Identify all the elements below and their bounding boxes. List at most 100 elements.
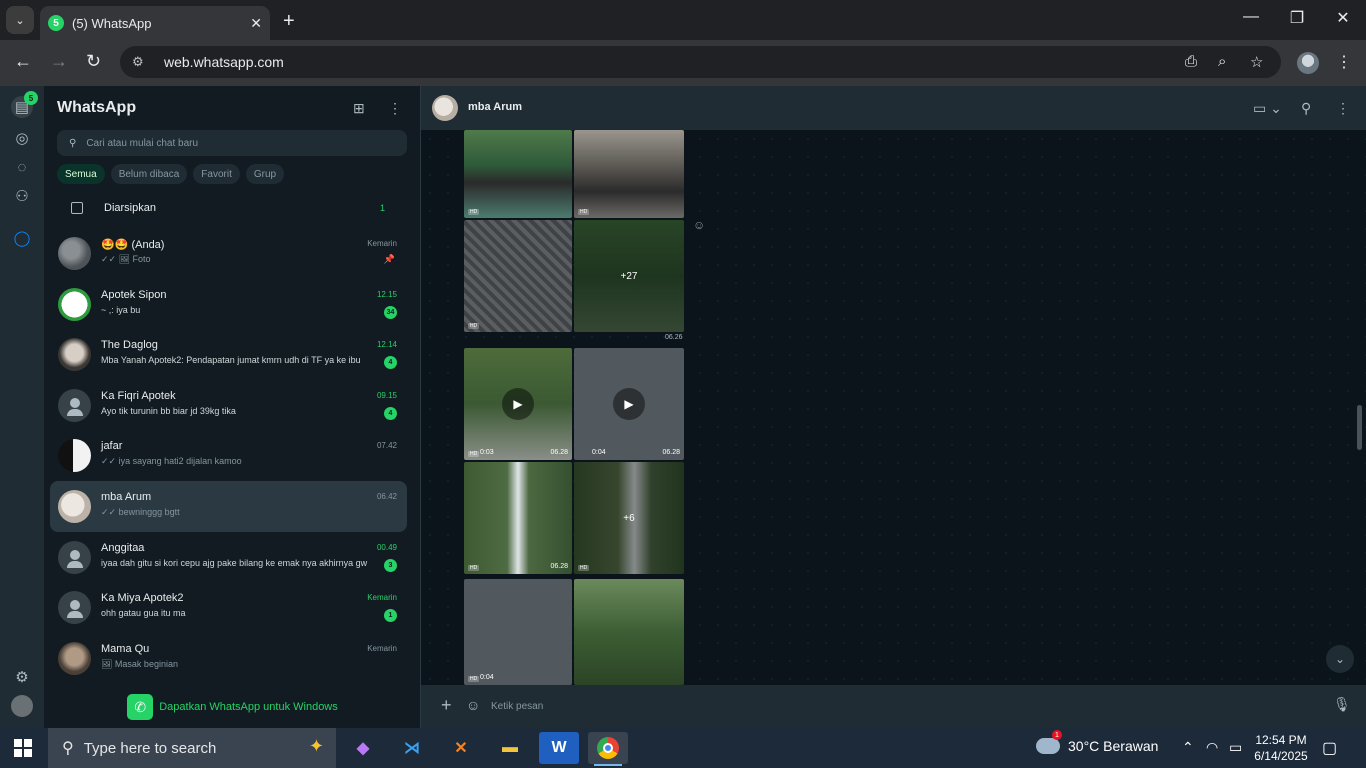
video-duration: 0:03 <box>480 449 494 456</box>
conversation-header[interactable]: mba Arum ▭ ⌄ ⚲ ⋮ <box>421 86 1366 130</box>
album-photo-more[interactable]: +27 <box>574 220 684 332</box>
meta-ai-icon[interactable]: ◯ <box>11 227 33 249</box>
filter-favorites[interactable]: Favorit <box>193 164 240 184</box>
album-photo[interactable]: HD 06.28 <box>464 462 572 574</box>
chrome-menu-icon[interactable]: ⋮ <box>1336 52 1352 72</box>
chat-time: 06.42 <box>376 491 397 501</box>
play-icon[interactable]: ▶ <box>613 388 645 420</box>
album-photo[interactable]: HD <box>574 130 684 218</box>
install-app-icon[interactable]: ⎙ <box>1185 53 1197 70</box>
zoom-icon[interactable]: ⌕ <box>1218 53 1226 70</box>
bookmark-star-icon[interactable]: ☆ <box>1250 53 1263 71</box>
new-chat-icon[interactable]: ⊞ <box>353 100 365 117</box>
archived-row[interactable]: Diarsipkan 1 <box>44 194 414 224</box>
album-video[interactable]: ▶ HD 0:03 06.28 <box>464 348 572 460</box>
album-video[interactable]: HD 0:04 <box>464 579 572 685</box>
mic-icon[interactable]: 🎙 <box>1333 696 1351 713</box>
unread-count: 34 <box>384 305 397 319</box>
contact-name[interactable]: mba Arum <box>468 101 522 113</box>
chat-item[interactable]: Anggitaa iyaa dah gitu si kori cepu ajg … <box>50 532 407 583</box>
weather-text: 30°C Berawan <box>1068 738 1159 754</box>
taskbar-search-input[interactable]: ⚲ Type here to search ✦ <box>48 728 336 768</box>
emoji-reaction-icon[interactable]: ☺ <box>693 218 705 232</box>
chat-sidebar: WhatsApp ⊞ ⋮ ⚲ Cari atau mulai chat baru… <box>44 86 421 728</box>
word-app-icon[interactable]: W <box>539 732 579 764</box>
weather-widget[interactable]: 30°C Berawan <box>1036 730 1159 754</box>
file-explorer-icon[interactable]: ▬ <box>490 732 530 764</box>
filter-all[interactable]: Semua <box>57 164 105 184</box>
attach-icon[interactable]: + <box>441 695 452 716</box>
settings-icon[interactable]: ⚙ <box>11 666 33 688</box>
battery-icon[interactable]: ▭ <box>1229 739 1242 756</box>
chat-item[interactable]: The Daglog Mba Yanah Apotek2: Pendapatan… <box>50 329 407 380</box>
album-photo[interactable]: HD <box>464 220 572 332</box>
back-icon[interactable]: ← <box>14 51 32 72</box>
windows-taskbar: ⚲ Type here to search ✦ ◆ ⋊ ✕ ▬ W 30°C B… <box>0 728 1366 768</box>
chat-item[interactable]: 🤩🤩 (Anda) ✓✓ 🖼 Foto Kemarin 📌 <box>50 228 407 279</box>
vscode-app-icon[interactable]: ⋊ <box>392 732 432 764</box>
album-photo[interactable]: HD <box>464 130 572 218</box>
play-icon[interactable]: ▶ <box>502 388 534 420</box>
chat-name: Ka Fiqri Apotek <box>101 389 176 402</box>
clock-time: 12:54 PM <box>1255 733 1307 747</box>
avatar <box>58 237 91 270</box>
tab-close-icon[interactable]: ✕ <box>250 15 262 32</box>
chat-item[interactable]: Mama Qu 🖼 Masak beginian Kemarin <box>50 633 407 684</box>
communities-icon[interactable]: ⚇ <box>11 185 33 207</box>
new-tab-icon[interactable]: + <box>283 10 295 33</box>
wifi-icon[interactable]: ◠ <box>1206 739 1218 756</box>
scroll-to-bottom-icon[interactable]: ⌄ <box>1326 645 1354 673</box>
profile-avatar[interactable] <box>1297 52 1319 74</box>
search-input[interactable]: ⚲ Cari atau mulai chat baru <box>57 130 407 156</box>
album-video[interactable]: ▶ 0:04 06.28 <box>574 348 684 460</box>
chat-item[interactable]: Ka Miya Apotek2 ohh gatau gua itu ma Kem… <box>50 582 407 633</box>
chat-last-message: Mba Yanah Apotek2: Pendapatan jumat kmrn… <box>101 355 361 366</box>
forward-icon[interactable]: → <box>50 51 68 72</box>
system-clock[interactable]: 12:54 PM 6/14/2025 <box>1250 732 1312 764</box>
browser-tab[interactable]: 5 (5) WhatsApp ✕ <box>40 6 270 40</box>
chrome-app-icon[interactable] <box>588 732 628 766</box>
minimize-icon[interactable]: — <box>1228 8 1274 26</box>
window-close-icon[interactable]: ✕ <box>1320 8 1366 28</box>
menu-icon[interactable]: ⋮ <box>388 100 402 117</box>
status-icon[interactable]: ◎ <box>11 127 33 149</box>
tab-search-button[interactable]: ⌄ <box>6 6 34 34</box>
album-photo-more[interactable]: +6 HD <box>574 462 684 574</box>
chat-last-message: ✓✓ iya sayang hati2 dijalan kamoo <box>101 456 242 467</box>
get-windows-app-link[interactable]: ✆ Dapatkan WhatsApp untuk Windows <box>44 686 421 728</box>
restore-icon[interactable]: ❐ <box>1274 8 1320 28</box>
channels-icon[interactable]: ◌ <box>11 156 33 178</box>
chat-item[interactable]: Ka Fiqri Apotek Ayo tik turunin bb biar … <box>50 380 407 431</box>
search-icon[interactable]: ⚲ <box>1301 100 1311 117</box>
chat-time: 12.15 <box>376 289 397 299</box>
url-bar[interactable]: ⚙ web.whatsapp.com <box>120 46 1281 78</box>
menu-icon[interactable]: ⋮ <box>1336 100 1350 117</box>
filter-unread[interactable]: Belum dibaca <box>110 164 188 184</box>
site-info-icon[interactable]: ⚙ <box>132 54 150 70</box>
reload-icon[interactable]: ↻ <box>86 51 101 72</box>
copilot-app-icon[interactable]: ◆ <box>343 732 383 764</box>
filter-groups[interactable]: Grup <box>245 164 285 184</box>
message-time: 06.26 <box>665 334 683 341</box>
tray-chevron-icon[interactable]: ⌃ <box>1182 739 1194 756</box>
xampp-app-icon[interactable]: ✕ <box>441 732 481 764</box>
chat-item-selected[interactable]: mba Arum ✓✓ bewninggg bgtt 06.42 <box>50 480 407 532</box>
chat-name: 🤩🤩 (Anda) <box>101 239 165 251</box>
video-call-icon[interactable]: ▭ ⌄ <box>1253 100 1282 117</box>
browser-tab-bar: ⌄ 5 (5) WhatsApp ✕ + — ❐ ✕ <box>0 0 1366 40</box>
chat-item[interactable]: jafar ✓✓ iya sayang hati2 dijalan kamoo … <box>50 430 407 481</box>
default-avatar-icon <box>58 388 91 422</box>
album-photo[interactable] <box>574 579 684 685</box>
message-input[interactable]: Ketik pesan <box>487 693 1327 720</box>
contact-avatar[interactable] <box>432 95 458 121</box>
chat-last-message: ✓✓ 🖼 Foto <box>101 254 151 264</box>
emoji-icon[interactable]: ☺ <box>466 697 480 713</box>
chat-item[interactable]: Apotek Sipon ~ ,: iya bu 12.15 34 <box>50 279 407 330</box>
chat-last-message: 🖼 Masak beginian <box>101 658 178 669</box>
notification-icon[interactable]: ▢ <box>1322 738 1337 758</box>
windows-start-icon[interactable] <box>14 739 32 757</box>
my-profile-avatar[interactable] <box>11 695 33 717</box>
scrollbar[interactable] <box>1357 405 1362 450</box>
more-count: +6 <box>574 462 684 574</box>
video-duration: 0:04 <box>592 449 606 456</box>
